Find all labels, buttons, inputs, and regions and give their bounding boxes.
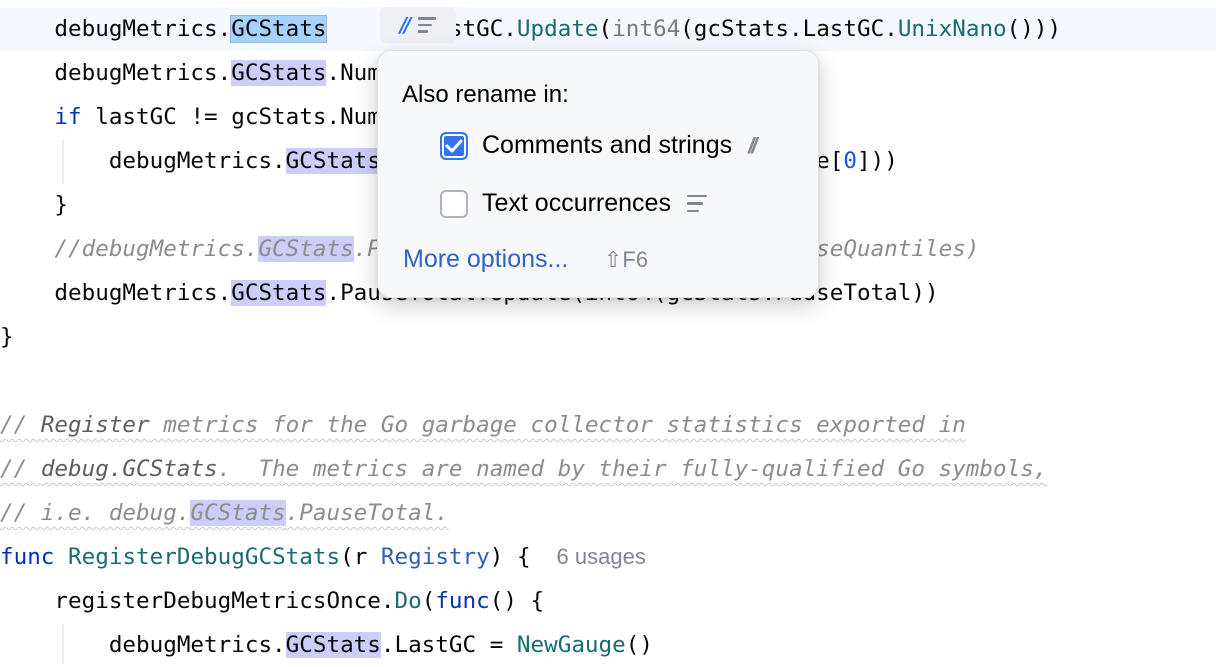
code-token: // i.e. debug. xyxy=(0,500,191,526)
code-token: RegisterDebugGCStats xyxy=(68,544,341,570)
double-slash-icon: // xyxy=(748,132,757,158)
code-token: ())) xyxy=(1006,16,1062,42)
more-options-link[interactable]: More options... xyxy=(403,245,568,274)
comments-strings-icon[interactable]: // xyxy=(400,13,411,37)
code-token: Update xyxy=(516,16,599,42)
option-text-occurrences[interactable]: Text occurrences xyxy=(440,189,707,218)
code-token: NewGauge xyxy=(516,632,626,658)
gcstats-occurrence: GCStats xyxy=(285,632,381,658)
code-token: debugMetrics. xyxy=(0,280,232,306)
code-token: () xyxy=(625,632,653,658)
option-comments-and-strings[interactable]: Comments and strings // xyxy=(440,131,757,160)
code-token: UnixNano xyxy=(897,16,1007,42)
code-line[interactable]: // Register metrics for the Go garbage c… xyxy=(0,403,1216,447)
gcstats-occurrence: GCStats xyxy=(285,148,381,174)
code-token: debugMetrics. xyxy=(0,60,232,86)
code-token: Registry xyxy=(380,544,490,570)
code-line[interactable]: // debug.GCStats. The metrics are named … xyxy=(0,447,1216,491)
code-line[interactable]: debugMetrics.GCStats.LastGC = NewGauge() xyxy=(0,623,1216,667)
code-token: debugMetrics. xyxy=(0,148,286,174)
usages-hint[interactable]: 6 usages xyxy=(557,544,646,569)
code-token: ])) xyxy=(856,148,898,174)
code-token: debugMetrics. xyxy=(0,632,286,658)
code-line[interactable]: // i.e. debug.GCStats.PauseTotal. xyxy=(0,491,1216,535)
code-token: . The metrics are named by their fully-q… xyxy=(217,456,1048,482)
rename-inline-hints[interactable]: // xyxy=(380,7,456,43)
option-label: Comments and strings xyxy=(482,131,733,159)
code-token: } xyxy=(0,192,69,218)
gcstats-occurrence: GCStats xyxy=(231,280,327,306)
code-line[interactable] xyxy=(0,359,1216,403)
code-token: ) { xyxy=(489,544,531,570)
code-token: // xyxy=(0,456,41,482)
rename-options-popup: Also rename in: Comments and strings // … xyxy=(377,50,819,298)
comments-checkbox[interactable] xyxy=(440,131,468,160)
code-token: (gcStats.LastGC. xyxy=(680,16,898,42)
code-token: ( xyxy=(421,588,436,614)
code-token: .PauseTotal. xyxy=(285,500,449,526)
option-label: Text occurrences xyxy=(482,189,671,217)
code-token: //debugMetrics. xyxy=(0,236,259,262)
gcstats-occurrence: GCStats xyxy=(258,236,354,262)
code-token: debugMetrics. xyxy=(0,16,232,42)
code-token: ( xyxy=(598,16,613,42)
code-token: func xyxy=(0,544,55,570)
gcstats-occurrence: GCStats xyxy=(231,60,327,86)
code-token: Register xyxy=(40,412,150,438)
text-occurrences-icon[interactable] xyxy=(418,17,437,33)
code-token: debug.GCStats xyxy=(40,456,218,482)
code-token: registerDebugMetricsOnce. xyxy=(0,588,395,614)
code-token: 0 xyxy=(843,148,857,174)
code-token: } xyxy=(0,324,14,350)
code-token: () { xyxy=(489,588,545,614)
gcstats-occurrence: GCStats xyxy=(190,500,286,526)
popup-title: Also rename in: xyxy=(402,81,569,108)
more-options-shortcut: ⇧F6 xyxy=(604,247,649,272)
code-token: .LastGC = xyxy=(380,632,517,658)
code-line[interactable]: debugMetrics.GCStats .LastGC.Update(int6… xyxy=(0,7,1216,51)
code-token: // xyxy=(0,412,41,438)
code-token: func xyxy=(435,588,490,614)
code-line[interactable]: registerDebugMetricsOnce.Do(func() { xyxy=(0,579,1216,623)
text-lines-icon xyxy=(686,194,707,213)
code-token: int64 xyxy=(612,16,681,42)
text-occurrences-checkbox[interactable] xyxy=(440,189,468,218)
code-line[interactable]: } xyxy=(0,315,1216,359)
code-line[interactable]: func RegisterDebugGCStats(r Registry) { 6… xyxy=(0,535,1216,579)
gcstats-occurrence: GCStats xyxy=(230,15,328,43)
code-token: if xyxy=(0,104,82,130)
code-token: metrics for the Go garbage collector sta… xyxy=(149,412,966,438)
code-token: Do xyxy=(394,588,422,614)
code-token: (r xyxy=(340,544,381,570)
